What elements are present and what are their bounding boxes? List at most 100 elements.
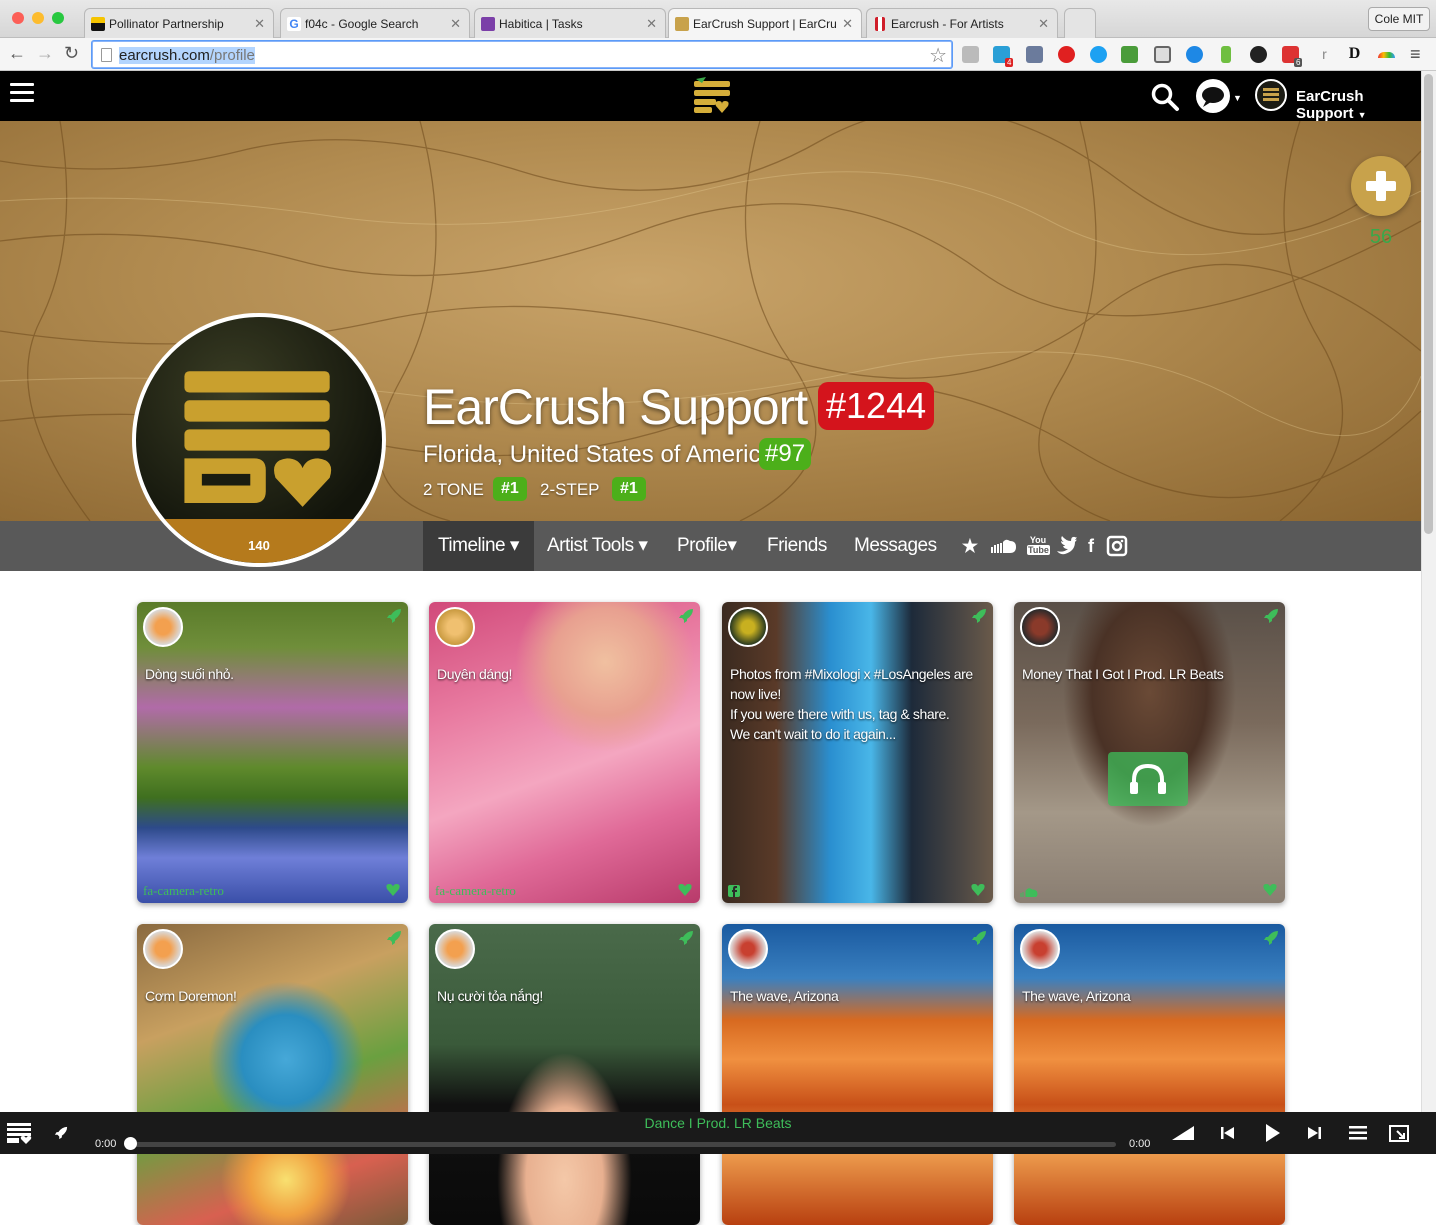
rocket-icon[interactable]	[678, 608, 694, 624]
extension-pin-icon[interactable]	[1221, 46, 1231, 63]
poster-avatar[interactable]	[1020, 929, 1060, 969]
timeline-card[interactable]: The wave, Arizona	[1014, 924, 1285, 1225]
forward-arrow-icon[interactable]: →	[36, 44, 54, 62]
chat-dropdown-caret-icon[interactable]: ▼	[1233, 93, 1242, 103]
poster-avatar[interactable]	[1020, 607, 1060, 647]
tab-profile[interactable]: Profile▾	[662, 521, 751, 571]
timeline-card[interactable]: Photos from #Mixologi x #LosAngeles are …	[722, 602, 993, 903]
timeline-card[interactable]: Dòng suối nhỏ. fa-camera-retro	[137, 602, 408, 903]
browser-tab[interactable]: Pollinator Partnership ✕	[84, 8, 274, 38]
extension-evernote-icon[interactable]	[1121, 46, 1138, 63]
heart-icon[interactable]	[386, 883, 400, 896]
reload-icon[interactable]: ↻	[64, 44, 79, 62]
progress-knob[interactable]	[124, 1137, 137, 1150]
browser-tab[interactable]: Habitica | Tasks ✕	[474, 8, 666, 38]
star-icon[interactable]: ★	[959, 535, 981, 557]
bookmark-star-icon[interactable]: ☆	[929, 43, 947, 68]
poster-avatar[interactable]	[143, 607, 183, 647]
genre-rank-badge: #1	[612, 477, 646, 501]
back-arrow-icon[interactable]: ←	[8, 44, 26, 62]
poster-avatar[interactable]	[728, 607, 768, 647]
facebook-icon[interactable]: f	[1080, 535, 1102, 557]
profile-avatar[interactable]: 140	[132, 313, 386, 567]
browser-tab[interactable]: Earcrush - For Artists ✕	[866, 8, 1058, 38]
youtube-icon[interactable]: You Tube	[1027, 535, 1050, 557]
timeline-card[interactable]: The wave, Arizona	[722, 924, 993, 1225]
tab-artist-tools[interactable]: Artist Tools ▾	[532, 521, 662, 571]
twitter-icon[interactable]	[1055, 535, 1077, 557]
extension-m-icon[interactable]	[1186, 46, 1203, 63]
url-text[interactable]: earcrush.com/profile	[119, 47, 255, 64]
browser-menu-icon[interactable]: ≡	[1410, 45, 1427, 63]
poster-avatar[interactable]	[728, 929, 768, 969]
browser-tab-active[interactable]: EarCrush Support | EarCru ✕	[668, 8, 862, 38]
play-headphones-button[interactable]	[1108, 752, 1188, 806]
new-tab-button[interactable]	[1064, 8, 1096, 38]
rocket-icon[interactable]	[386, 930, 402, 946]
heart-icon[interactable]	[678, 883, 692, 896]
tab-messages[interactable]: Messages	[839, 521, 952, 571]
close-window-button[interactable]	[12, 12, 24, 24]
volume-icon[interactable]	[1172, 1126, 1194, 1140]
close-tab-icon[interactable]: ✕	[450, 16, 461, 32]
rocket-icon[interactable]	[54, 1126, 68, 1140]
maximize-window-button[interactable]	[52, 12, 64, 24]
genre-label[interactable]: 2-STEP	[540, 480, 600, 500]
profile-location[interactable]: Florida, United States of America	[423, 441, 774, 469]
extension-tool-icon[interactable]	[1026, 46, 1043, 63]
follow-plus-button[interactable]	[1351, 156, 1411, 216]
extension-r-icon[interactable]: r	[1316, 46, 1333, 63]
rocket-icon[interactable]	[1263, 608, 1279, 624]
close-tab-icon[interactable]: ✕	[646, 16, 657, 32]
play-icon[interactable]	[1265, 1124, 1281, 1142]
extension-color-icon[interactable]	[1250, 46, 1267, 63]
timeline-card[interactable]: Duyên dáng! fa-camera-retro	[429, 602, 700, 903]
scrollbar-thumb[interactable]	[1424, 74, 1433, 534]
progress-bar[interactable]	[126, 1142, 1116, 1147]
extension-circle-icon[interactable]	[1090, 46, 1107, 63]
heart-icon[interactable]	[1263, 883, 1277, 896]
poster-avatar[interactable]	[143, 929, 183, 969]
search-icon[interactable]	[1150, 82, 1180, 112]
next-track-icon[interactable]	[1307, 1127, 1321, 1139]
instagram-icon[interactable]	[1106, 535, 1128, 557]
browser-tab[interactable]: G f04c - Google Search ✕	[280, 8, 470, 38]
poster-avatar[interactable]	[435, 929, 475, 969]
minimize-window-button[interactable]	[32, 12, 44, 24]
playlist-menu-icon[interactable]	[1349, 1126, 1367, 1140]
tab-friends[interactable]: Friends	[752, 521, 842, 571]
close-tab-icon[interactable]: ✕	[842, 16, 853, 32]
address-bar[interactable]: earcrush.com/profile ☆	[92, 41, 952, 68]
rocket-icon[interactable]	[678, 930, 694, 946]
extension-d-icon[interactable]: D	[1346, 46, 1363, 63]
global-rank-badge: #1244	[818, 382, 935, 430]
earcrush-logo[interactable]	[692, 77, 732, 115]
genre-label[interactable]: 2 TONE	[423, 480, 484, 500]
earcrush-player-logo-icon[interactable]	[6, 1121, 32, 1145]
popout-player-icon[interactable]	[1389, 1123, 1411, 1143]
chat-bubble-icon[interactable]	[1196, 79, 1230, 113]
heart-icon[interactable]	[971, 883, 985, 896]
extension-grid-icon[interactable]	[962, 46, 979, 63]
rocket-icon[interactable]	[971, 608, 987, 624]
avatar-count: 140	[248, 538, 270, 553]
browser-profile-button[interactable]: Cole MIT	[1368, 7, 1430, 31]
timeline-card[interactable]: Money That I Got I Prod. LR Beats	[1014, 602, 1285, 903]
rocket-icon[interactable]	[971, 930, 987, 946]
rocket-icon[interactable]	[1263, 930, 1279, 946]
cast-icon[interactable]	[1154, 46, 1171, 63]
timeline-card[interactable]: Cơm Doremon!	[137, 924, 408, 1225]
close-tab-icon[interactable]: ✕	[254, 16, 265, 32]
hamburger-menu-icon[interactable]	[10, 83, 34, 103]
extension-rainbow-icon[interactable]	[1378, 52, 1395, 58]
soundcloud-icon[interactable]	[990, 535, 1018, 557]
timeline-card[interactable]: Nụ cười tỏa nắng!	[429, 924, 700, 1225]
extension-adblock-icon[interactable]	[1058, 46, 1075, 63]
account-name[interactable]: EarCrush Support ▼	[1296, 88, 1421, 122]
tab-timeline[interactable]: Timeline ▾	[423, 521, 534, 571]
account-avatar[interactable]	[1255, 79, 1287, 111]
poster-avatar[interactable]	[435, 607, 475, 647]
rocket-icon[interactable]	[386, 608, 402, 624]
close-tab-icon[interactable]: ✕	[1038, 16, 1049, 32]
previous-track-icon[interactable]	[1221, 1127, 1235, 1139]
